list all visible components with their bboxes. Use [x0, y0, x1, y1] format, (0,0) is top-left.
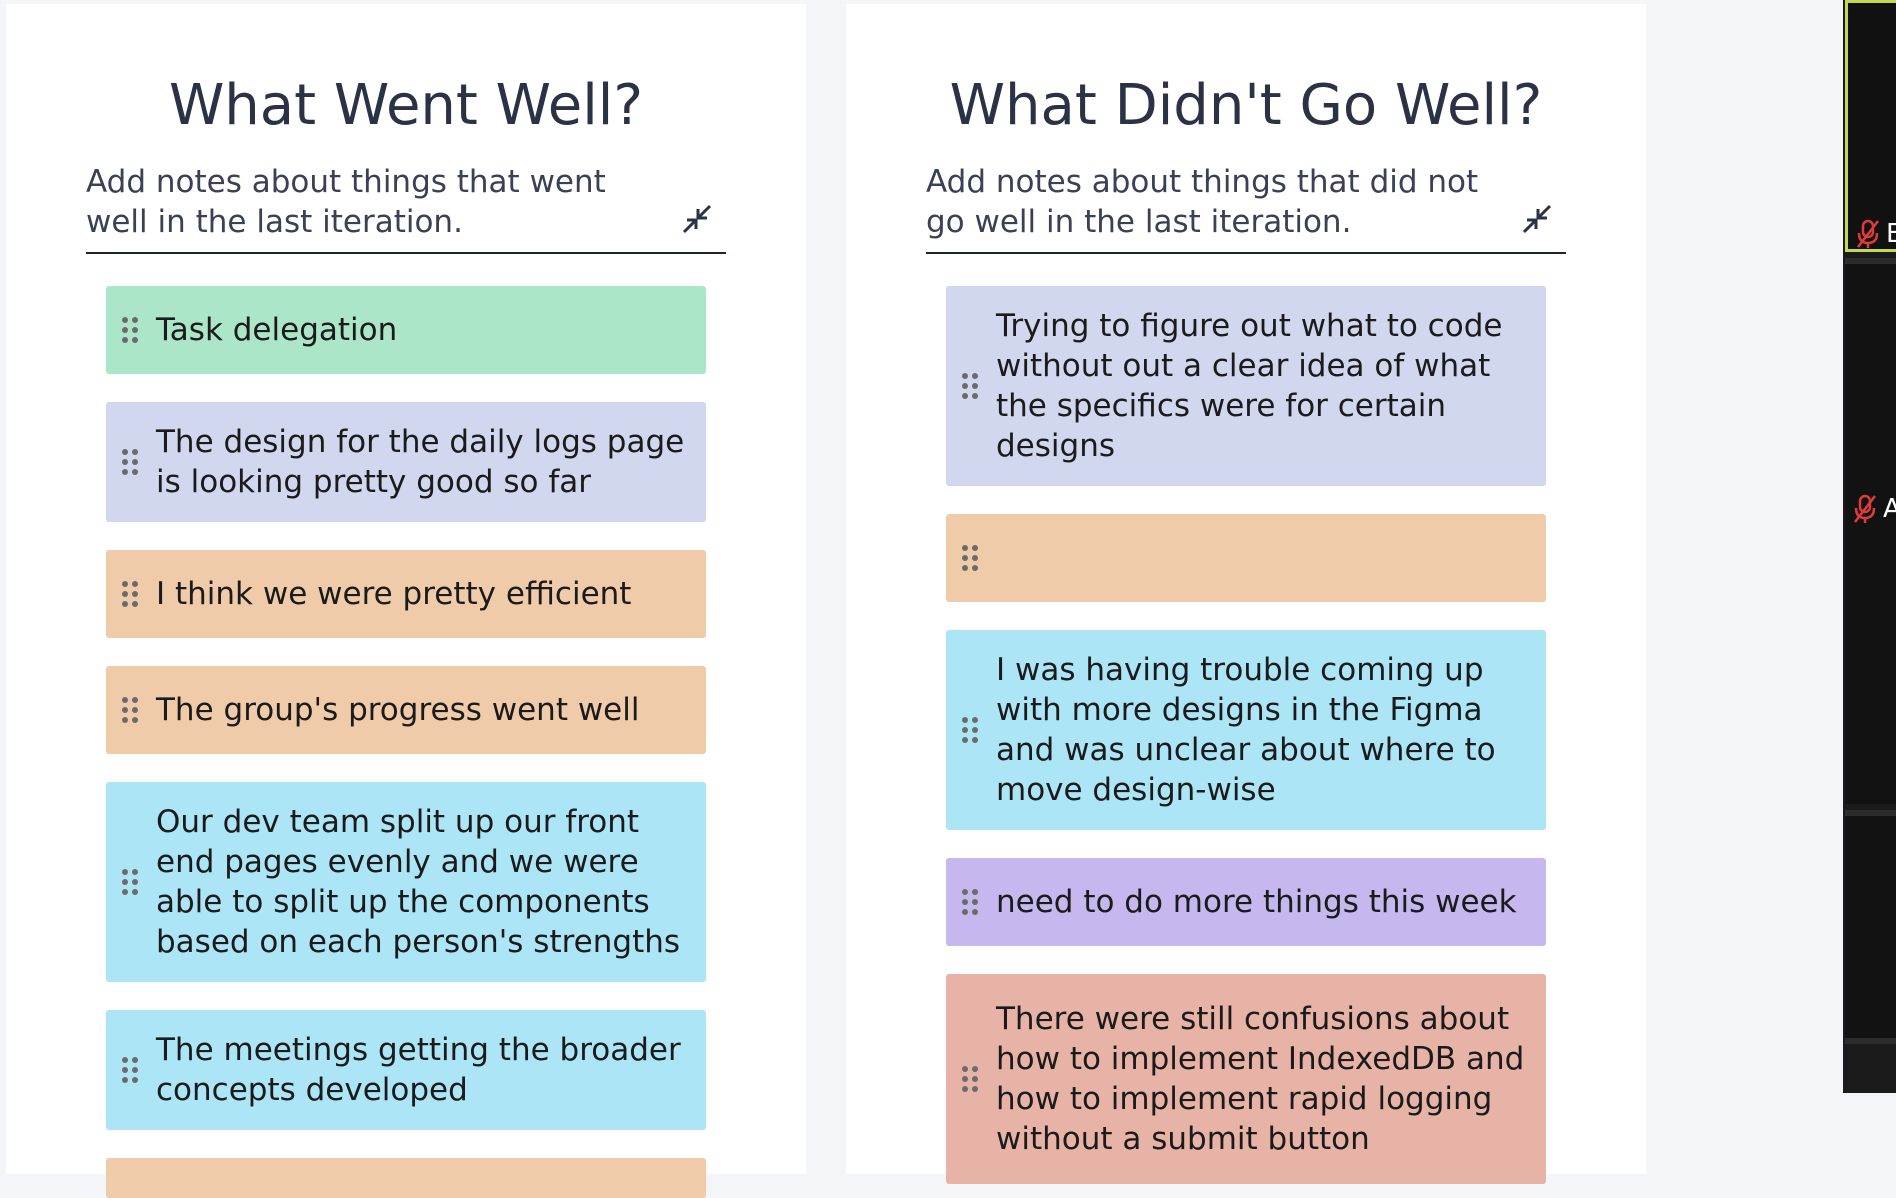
drag-handle-icon[interactable]: [960, 887, 980, 917]
prompt-text: Add notes about things that went well in…: [86, 164, 606, 240]
prompt-text: Add notes about things that did not go w…: [926, 164, 1479, 240]
drag-handle-icon[interactable]: [120, 867, 140, 897]
didnt-go-well-column: What Didn't Go Well? Add notes about thi…: [846, 4, 1646, 1184]
note-card[interactable]: Task delegation: [106, 286, 706, 374]
note-card[interactable]: Trying to figure out what to code withou…: [946, 286, 1546, 486]
drag-handle-icon[interactable]: [960, 543, 980, 573]
note-text[interactable]: Trying to figure out what to code withou…: [996, 306, 1526, 466]
drag-handle-icon[interactable]: [960, 1064, 980, 1094]
note-text[interactable]: Our dev team split up our front end page…: [156, 802, 686, 962]
note-card[interactable]: The meetings getting the broader concept…: [106, 1010, 706, 1130]
went-well-column: What Went Well? Add notes about things t…: [6, 4, 806, 1198]
drag-handle-icon[interactable]: [960, 371, 980, 401]
note-card[interactable]: [946, 514, 1546, 602]
drag-handle-icon[interactable]: [120, 447, 140, 477]
note-text[interactable]: The design for the daily logs page is lo…: [156, 422, 686, 502]
mic-muted-icon: [1854, 494, 1876, 523]
drag-handle-icon[interactable]: [120, 315, 140, 345]
note-text[interactable]: The meetings getting the broader concept…: [156, 1030, 686, 1110]
column-title: What Didn't Go Well?: [949, 73, 1543, 138]
participant-tile[interactable]: A: [1845, 264, 1896, 804]
note-text[interactable]: I think we were pretty efficient: [156, 574, 631, 614]
note-card[interactable]: The group's progress went well: [106, 666, 706, 754]
note-text[interactable]: There were still confusions about how to…: [996, 999, 1526, 1159]
note-card[interactable]: need to do more things this week: [946, 858, 1546, 946]
drag-handle-icon[interactable]: [120, 695, 140, 725]
participant-initial: E: [1886, 219, 1896, 249]
drag-handle-icon[interactable]: [960, 715, 980, 745]
note-card[interactable]: The design for the daily logs page is lo…: [106, 402, 706, 522]
panel-divider: [1845, 1038, 1896, 1044]
column-prompt: Add notes about things that did not go w…: [926, 162, 1566, 254]
note-text[interactable]: Task delegation: [156, 310, 397, 350]
note-card[interactable]: I think we were pretty efficient: [106, 550, 706, 638]
participants-panel: E A: [1843, 0, 1896, 1093]
note-card[interactable]: I was having trouble coming up with more…: [946, 630, 1546, 830]
participant-initial: A: [1883, 494, 1896, 524]
drag-handle-icon[interactable]: [120, 1055, 140, 1085]
participant-tile-active[interactable]: E: [1845, 0, 1896, 252]
note-card[interactable]: There were still confusions about how to…: [946, 974, 1546, 1184]
column-prompt: Add notes about things that went well in…: [86, 162, 726, 254]
note-text[interactable]: need to do more things this week: [996, 882, 1517, 922]
note-text[interactable]: The group's progress went well: [156, 690, 639, 730]
note-card[interactable]: Our dev team split up our front end page…: [106, 782, 706, 982]
note-card[interactable]: [106, 1158, 706, 1198]
note-text[interactable]: I was having trouble coming up with more…: [996, 650, 1526, 810]
column-title: What Went Well?: [168, 73, 644, 138]
collapse-arrows-icon[interactable]: [680, 202, 714, 236]
drag-handle-icon[interactable]: [120, 579, 140, 609]
mic-muted-icon: [1857, 219, 1879, 248]
collapse-arrows-icon[interactable]: [1520, 202, 1554, 236]
participant-tile[interactable]: [1845, 816, 1896, 1038]
